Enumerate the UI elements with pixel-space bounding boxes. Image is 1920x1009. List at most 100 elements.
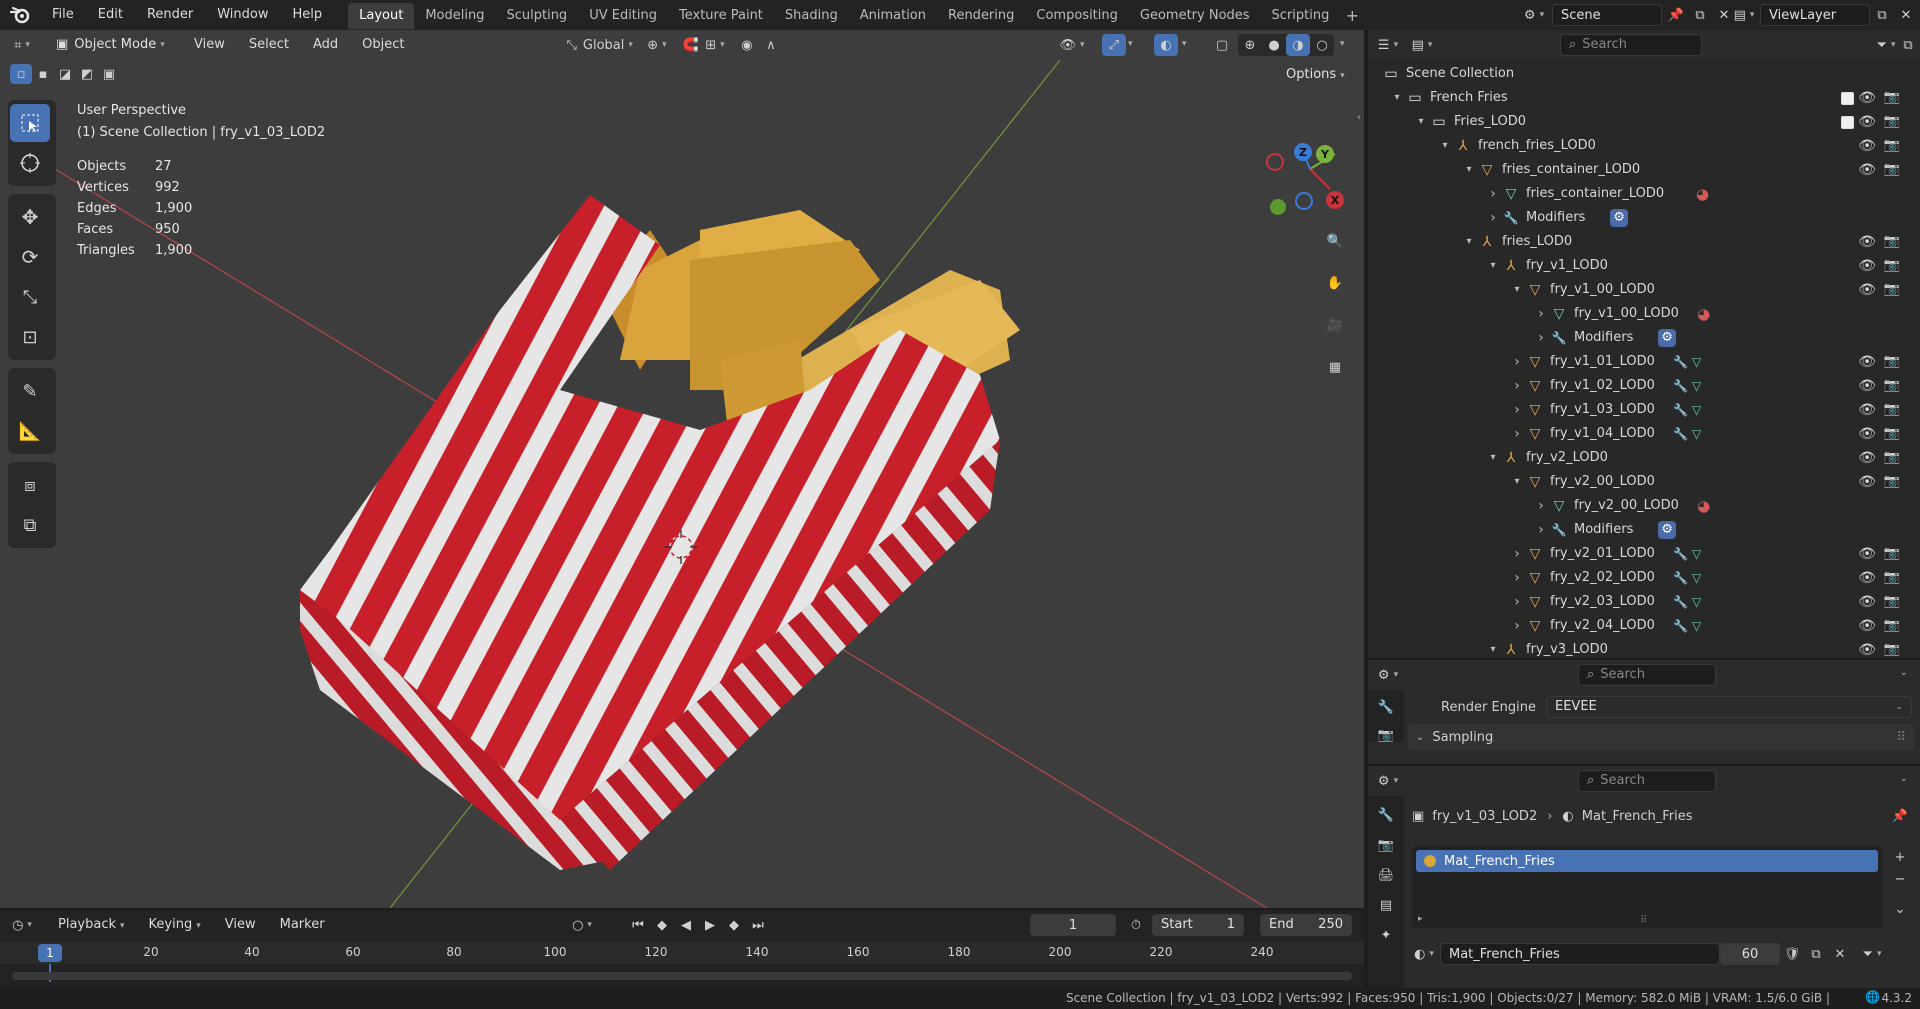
add-object-tool-icon[interactable]: ⧉ <box>10 506 50 544</box>
expand-right-icon[interactable]: › <box>1510 614 1524 638</box>
render-engine-dropdown[interactable]: EEVEE ⌄ <box>1546 696 1912 718</box>
prev-keyframe-icon[interactable]: ◆ <box>650 914 674 936</box>
camera-view-icon[interactable]: 🎥 <box>1320 310 1350 340</box>
gizmo-toggle-icon[interactable]: ⤢ <box>1102 34 1126 56</box>
jump-start-icon[interactable]: ⏮ <box>626 914 650 936</box>
new-collection-icon[interactable]: ⧉ <box>1896 34 1920 56</box>
annotate-tool-icon[interactable]: ✎ <box>10 372 50 410</box>
outliner-item[interactable]: ▾ ▭ French Fries 👁 📷 <box>1368 86 1920 110</box>
expand-down-icon[interactable]: ▾ <box>1462 158 1476 182</box>
eye-icon[interactable]: 👁 <box>1858 278 1876 302</box>
render-camera-icon[interactable]: 📷 <box>1884 566 1900 590</box>
menu-render[interactable]: Render <box>135 0 205 30</box>
outliner-editor-icon[interactable]: ☰ ▾ <box>1376 34 1400 56</box>
expand-right-icon[interactable]: › <box>1534 302 1548 326</box>
outliner-item[interactable]: › 🔧 Modifiers ⚙ <box>1368 326 1920 350</box>
eye-icon[interactable]: 👁 <box>1858 638 1876 658</box>
eye-icon[interactable]: 👁 <box>1858 590 1876 614</box>
material-browse-icon[interactable]: ◐ ▾ <box>1412 943 1436 965</box>
expand-right-icon[interactable]: › <box>1534 518 1548 542</box>
menu-edit[interactable]: Edit <box>86 0 135 30</box>
render-camera-icon[interactable]: 📷 <box>1884 422 1900 446</box>
modifier-and-mesh-icon[interactable]: 🔧 ▽ <box>1673 422 1701 446</box>
expand-down-icon[interactable]: ▾ <box>1414 110 1428 134</box>
outliner-item[interactable]: › ▽ fry_v2_03_LOD0 🔧 ▽ 👁 📷 <box>1368 590 1920 614</box>
tool-tab-icon[interactable]: 🔧 <box>1374 696 1398 718</box>
pin-icon[interactable]: 📌 <box>1892 809 1908 824</box>
material-search-input[interactable]: ⌕ Search <box>1578 770 1716 792</box>
expand-down-icon[interactable]: ▾ <box>1510 470 1524 494</box>
3d-viewport[interactable]: ⌗ ▾ ▣ Object Mode ▾ View Select Add Object ⤡… <box>0 30 1364 908</box>
exclude-checkbox[interactable] <box>1841 92 1854 105</box>
eye-icon[interactable]: 👁 <box>1858 374 1876 398</box>
outliner-item[interactable]: › ▽ fry_v2_00_LOD0 ◕ <box>1368 494 1920 518</box>
expand-right-icon[interactable]: › <box>1486 206 1500 230</box>
frame-ruler[interactable]: 1 20 40 60 80 100 120 140 160 180 200 220 240 <box>0 942 1364 982</box>
add-cube-tool-icon[interactable]: ⧈ <box>10 466 50 504</box>
gizmo-dropdown-icon[interactable]: ▾ <box>1128 39 1133 49</box>
outliner-item[interactable]: ▭ Scene Collection <box>1368 62 1920 86</box>
tab-texture-paint[interactable]: Texture Paint <box>668 3 774 29</box>
menu-window[interactable]: Window <box>205 0 280 30</box>
render-camera-icon[interactable]: 📷 <box>1884 398 1900 422</box>
eye-icon[interactable]: 👁 <box>1858 614 1876 638</box>
render-tab-icon[interactable]: 📷 <box>1374 834 1398 856</box>
outliner-item[interactable]: › ▽ fry_v1_04_LOD0 🔧 ▽ 👁 📷 <box>1368 422 1920 446</box>
render-search-input[interactable]: ⌕ Search <box>1578 664 1716 686</box>
outliner-item[interactable]: ▾ ▽ fry_v1_00_LOD0 👁 📷 <box>1368 278 1920 302</box>
modifier-and-mesh-icon[interactable]: 🔧 ▽ <box>1673 614 1701 638</box>
resize-handle-icon[interactable]: ⠿ <box>1640 915 1647 926</box>
tab-geometry-nodes[interactable]: Geometry Nodes <box>1129 3 1261 29</box>
expand-icon[interactable]: ▸ <box>1418 914 1423 924</box>
viewport-menu-select[interactable]: Select <box>237 30 301 60</box>
eye-icon[interactable]: 👁 <box>1858 542 1876 566</box>
jump-end-icon[interactable]: ⏭ <box>746 914 770 936</box>
outliner-item[interactable]: ▾ ▭ Fries_LOD0 👁 📷 <box>1368 110 1920 134</box>
modifier-and-mesh-icon[interactable]: 🔧 ▽ <box>1673 542 1701 566</box>
slot-menu-icon[interactable]: ⌄ <box>1888 898 1912 920</box>
select-box-tool-icon[interactable] <box>10 104 50 142</box>
render-camera-icon[interactable]: 📷 <box>1884 350 1900 374</box>
material-users-count[interactable]: 60 <box>1720 943 1780 965</box>
render-camera-icon[interactable]: 📷 <box>1884 638 1900 658</box>
new-view-layer-icon[interactable]: ⧉ <box>1870 4 1894 26</box>
tab-animation[interactable]: Animation <box>849 3 937 29</box>
outliner-item[interactable]: › ▽ fry_v2_02_LOD0 🔧 ▽ 👁 📷 <box>1368 566 1920 590</box>
sampling-panel-header[interactable]: ⌄ Sampling ⠿ <box>1408 724 1914 750</box>
timeline-menu-playback[interactable]: Playback ▾ <box>46 910 137 940</box>
display-mode-icon[interactable]: ▤ ▾ <box>1410 34 1434 56</box>
tab-modeling[interactable]: Modeling <box>414 3 495 29</box>
sidebar-toggle-icon[interactable]: ‹ <box>1357 112 1361 123</box>
chevron-down-icon[interactable]: ⌄ <box>1900 773 1908 784</box>
menu-help[interactable]: Help <box>281 0 335 30</box>
render-camera-icon[interactable]: 📷 <box>1884 470 1900 494</box>
next-keyframe-icon[interactable]: ◆ <box>722 914 746 936</box>
object-mode-dropdown[interactable]: ▣ Object Mode ▾ <box>48 34 174 56</box>
timeline-menu-keying[interactable]: Keying ▾ <box>137 910 213 940</box>
remove-slot-icon[interactable]: − <box>1888 868 1912 890</box>
expand-right-icon[interactable]: › <box>1486 182 1500 206</box>
render-camera-icon[interactable]: 📷 <box>1884 278 1900 302</box>
eye-icon[interactable]: 👁 <box>1858 398 1876 422</box>
modifier-and-mesh-icon[interactable]: 🔧 ▽ <box>1673 590 1701 614</box>
expand-right-icon[interactable]: › <box>1510 542 1524 566</box>
modifier-and-mesh-icon[interactable]: 🔧 ▽ <box>1673 350 1701 374</box>
filter-icon[interactable]: ⏷ ▾ <box>1874 34 1898 56</box>
overlays-toggle-icon[interactable]: ◐ <box>1154 34 1178 56</box>
render-tab-icon[interactable]: 📷 <box>1374 724 1398 746</box>
expand-down-icon[interactable]: ▾ <box>1510 278 1524 302</box>
outliner-item[interactable]: › 🔧 Modifiers ⚙ <box>1368 206 1920 230</box>
wireframe-shading-icon[interactable]: ⊕ <box>1238 34 1262 56</box>
material-slot-item[interactable]: Mat_French_Fries <box>1416 850 1878 872</box>
select-subtract-icon[interactable]: ◪ <box>54 64 76 84</box>
outliner-item[interactable]: › 🔧 Modifiers ⚙ <box>1368 518 1920 542</box>
link-type-icon[interactable]: ⏷ ▾ <box>1860 943 1884 965</box>
expand-down-icon[interactable]: ▾ <box>1486 638 1500 658</box>
modifier-and-mesh-icon[interactable]: 🔧 ▽ <box>1673 566 1701 590</box>
eye-icon[interactable]: 👁 <box>1858 446 1876 470</box>
scene-tab-icon[interactable]: ✦ <box>1374 924 1398 946</box>
render-camera-icon[interactable]: 📷 <box>1884 590 1900 614</box>
transform-tool-icon[interactable]: ⊡ <box>10 318 50 356</box>
current-frame-field[interactable]: 1 <box>1030 914 1116 936</box>
tab-uv-editing[interactable]: UV Editing <box>578 3 668 29</box>
